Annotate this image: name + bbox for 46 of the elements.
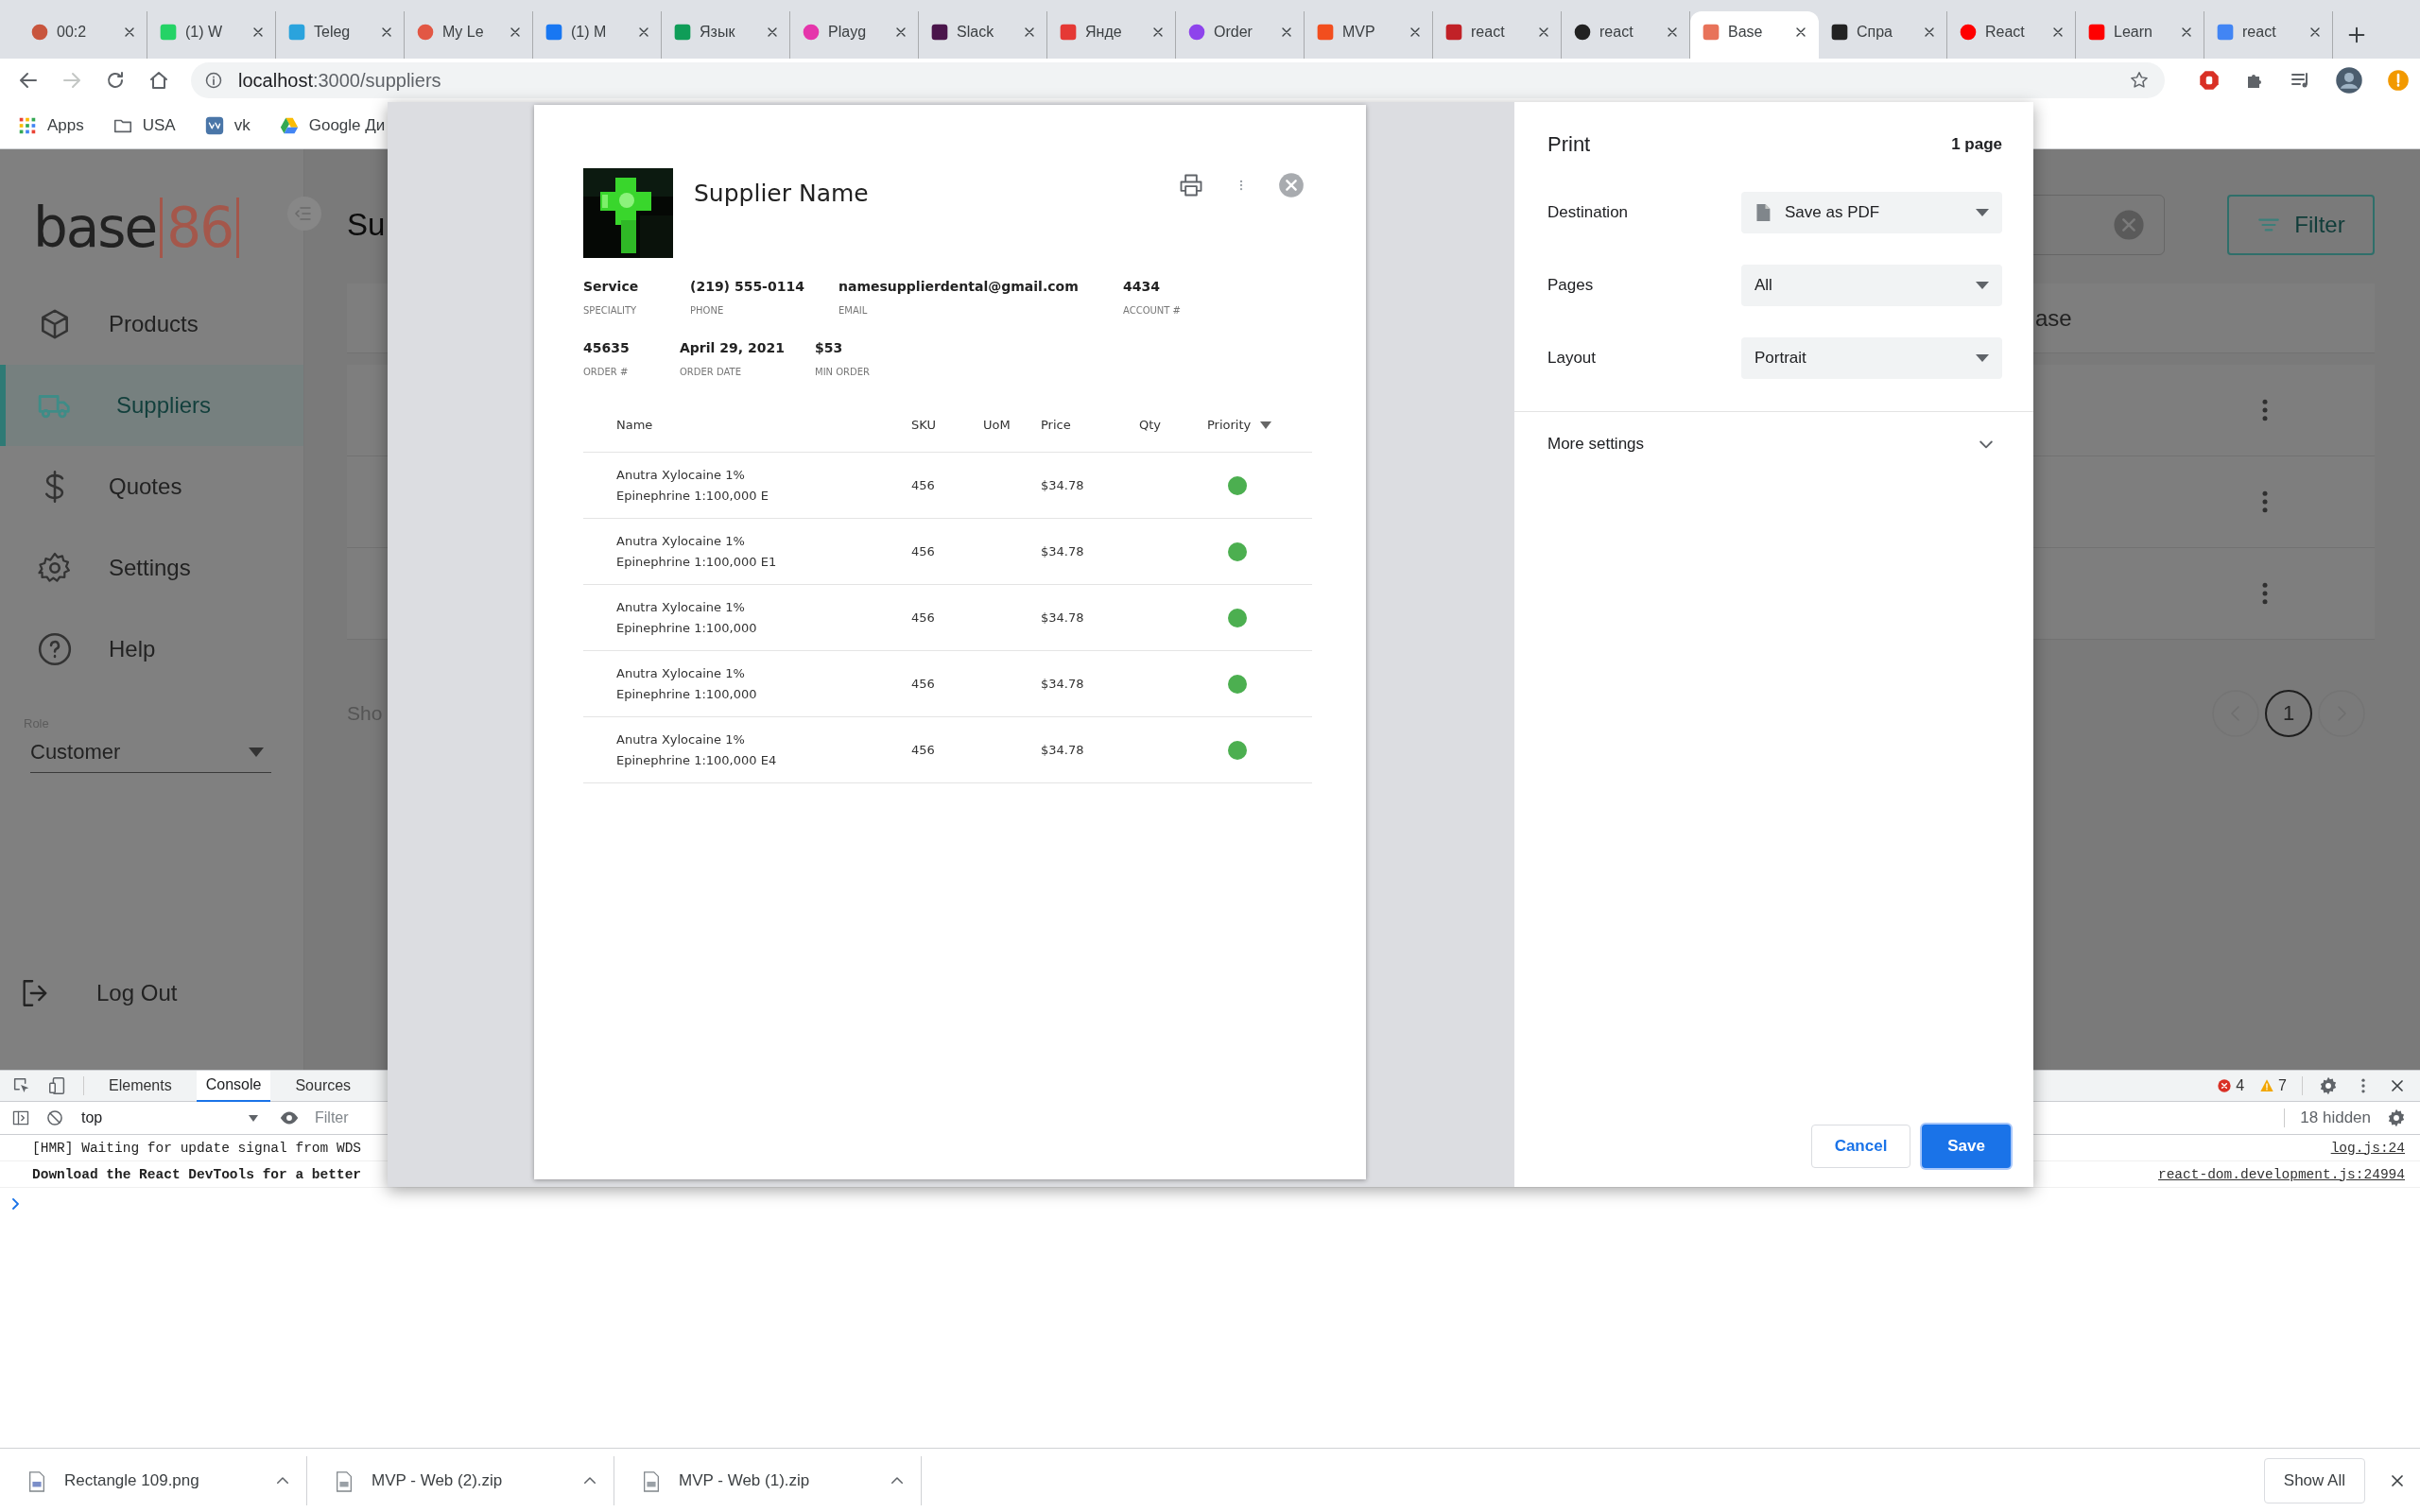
hidden-count: 18 hidden [2300, 1108, 2371, 1127]
supplier-name: Supplier Name [694, 180, 869, 207]
console-message: [HMR] Waiting for update signal from WDS [32, 1140, 362, 1156]
field-label: SPECIALITY [583, 305, 638, 316]
table-cell-text: Anutra Xylocaine 1% Epinephrine 1:100,000 E1 [615, 532, 778, 571]
field-value: 45635 [583, 340, 631, 355]
field-label: PHONE [690, 305, 725, 316]
page-count: 1 page [1951, 135, 2002, 154]
table-cell-text: $34.78 [1041, 610, 1085, 625]
table-cell-text: $34.78 [1041, 743, 1085, 757]
column-header: ase [2035, 304, 2072, 332]
page-title: Su [347, 207, 386, 243]
field-value: Service [583, 279, 640, 294]
setting-label: Destination [1547, 202, 1629, 222]
column-header: UoM [983, 418, 1011, 432]
table-cell-text: Anutra Xylocaine 1% Epinephrine 1:100,000 E [615, 466, 769, 505]
setting-label: Pages [1547, 275, 1594, 295]
table-cell-text: 456 [911, 743, 936, 757]
table-cell-text: 456 [911, 544, 936, 558]
table-cell-text: $34.78 [1041, 478, 1085, 492]
field-value: April 29, 2021 [680, 340, 786, 355]
field-value: namesupplierdental@gmail.com [838, 279, 1080, 294]
field-label: MIN ORDER [815, 367, 871, 377]
table-cell-text: 456 [911, 677, 936, 691]
field-value: $53 [815, 340, 844, 355]
field-label: EMAIL [838, 305, 869, 316]
table-cell-text: Anutra Xylocaine 1% Epinephrine 1:100,000 [615, 598, 758, 637]
column-header: SKU [911, 418, 937, 432]
table-cell-text: 456 [911, 610, 936, 625]
table-cell-text: $34.78 [1041, 544, 1085, 558]
field-label: ORDER DATE [680, 367, 742, 377]
table-cell-text: Anutra Xylocaine 1% Epinephrine 1:100,000 E4 [615, 730, 778, 769]
table-cell-text: $34.78 [1041, 677, 1085, 691]
field-label: ORDER # [583, 367, 630, 377]
table-cell-text: 456 [911, 478, 936, 492]
column-header: Qty [1139, 418, 1163, 432]
setting-label: Layout [1547, 348, 1597, 368]
field-value: (219) 555-0114 [690, 279, 805, 294]
url-text: localhost:3000/suppliers [238, 69, 442, 92]
column-header: Name [615, 418, 654, 432]
field-value: 4434 [1123, 279, 1161, 294]
column-header: Price [1041, 418, 1072, 432]
field-label: ACCOUNT # [1123, 305, 1181, 316]
dialog-title: Print [1547, 132, 1591, 157]
console-message: Download the React DevTools for a better [32, 1166, 362, 1182]
table-cell-text: Anutra Xylocaine 1% Epinephrine 1:100,000 [615, 664, 758, 703]
